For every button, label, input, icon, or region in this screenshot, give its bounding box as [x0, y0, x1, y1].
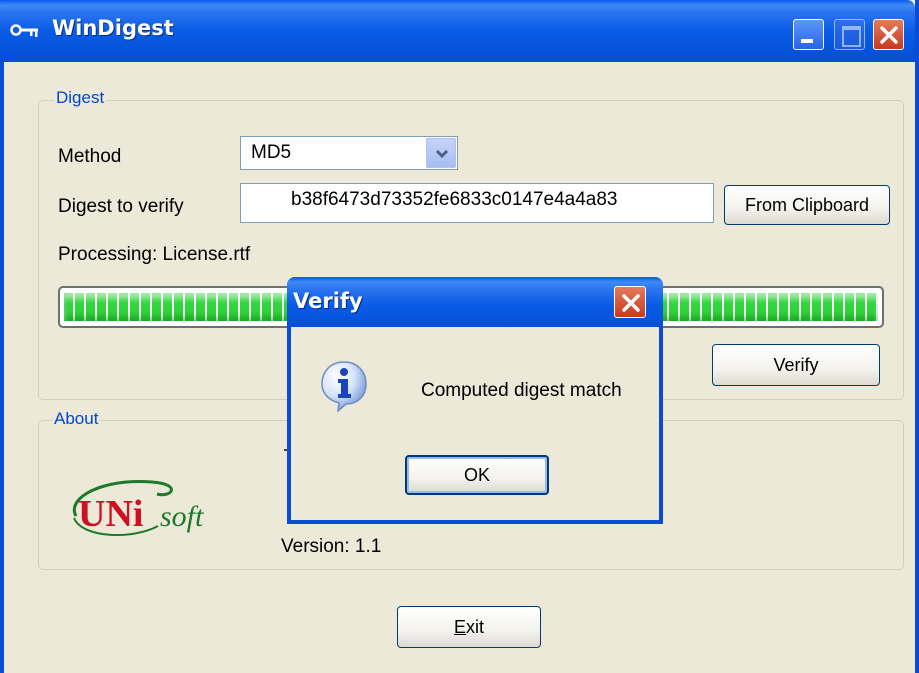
digest-group-legend: Digest — [54, 88, 107, 108]
method-select[interactable]: MD5 — [240, 136, 458, 170]
exit-label-rest: xit — [466, 617, 484, 637]
about-group-legend: About — [52, 409, 101, 429]
logo-soft-text: soft — [160, 500, 204, 533]
exit-button[interactable]: Exit — [397, 606, 541, 648]
close-button[interactable] — [873, 19, 904, 50]
window-title: WinDigest — [52, 16, 174, 40]
processing-status: Processing: License.rtf — [58, 244, 251, 265]
method-select-value: MD5 — [251, 142, 292, 163]
verify-button[interactable]: Verify — [712, 344, 880, 386]
from-clipboard-button[interactable]: From Clipboard — [724, 185, 890, 225]
chevron-down-icon — [435, 149, 449, 159]
digest-input-value: b38f6473d73352fe6833c0147e4a4a83 — [291, 189, 618, 210]
exit-accelerator: E — [453, 617, 466, 637]
dialog-titlebar[interactable]: Verify — [287, 277, 663, 327]
dialog-title: Verify — [293, 289, 363, 313]
close-icon — [622, 294, 640, 312]
info-icon — [321, 361, 367, 412]
verify-dialog: Verify Computed digest match OK — [287, 277, 663, 524]
dialog-close-button[interactable] — [614, 286, 646, 318]
version-label: Version: 1.1 — [281, 536, 382, 557]
digest-input[interactable]: b38f6473d73352fe6833c0147e4a4a83 — [240, 183, 714, 223]
method-label: Method — [58, 146, 122, 167]
maximize-button — [834, 19, 865, 50]
ok-button[interactable]: OK — [405, 455, 549, 495]
close-icon — [880, 26, 898, 44]
unisoft-logo: UNi soft — [72, 479, 204, 536]
digest-to-verify-label: Digest to verify — [58, 196, 184, 217]
minimize-button[interactable] — [793, 19, 824, 50]
dialog-message: Computed digest match — [421, 380, 622, 401]
key-icon — [10, 24, 38, 37]
logo-uni-text: UNi — [78, 493, 143, 535]
dropdown-button[interactable] — [426, 138, 456, 168]
titlebar[interactable]: WinDigest — [0, 0, 915, 62]
